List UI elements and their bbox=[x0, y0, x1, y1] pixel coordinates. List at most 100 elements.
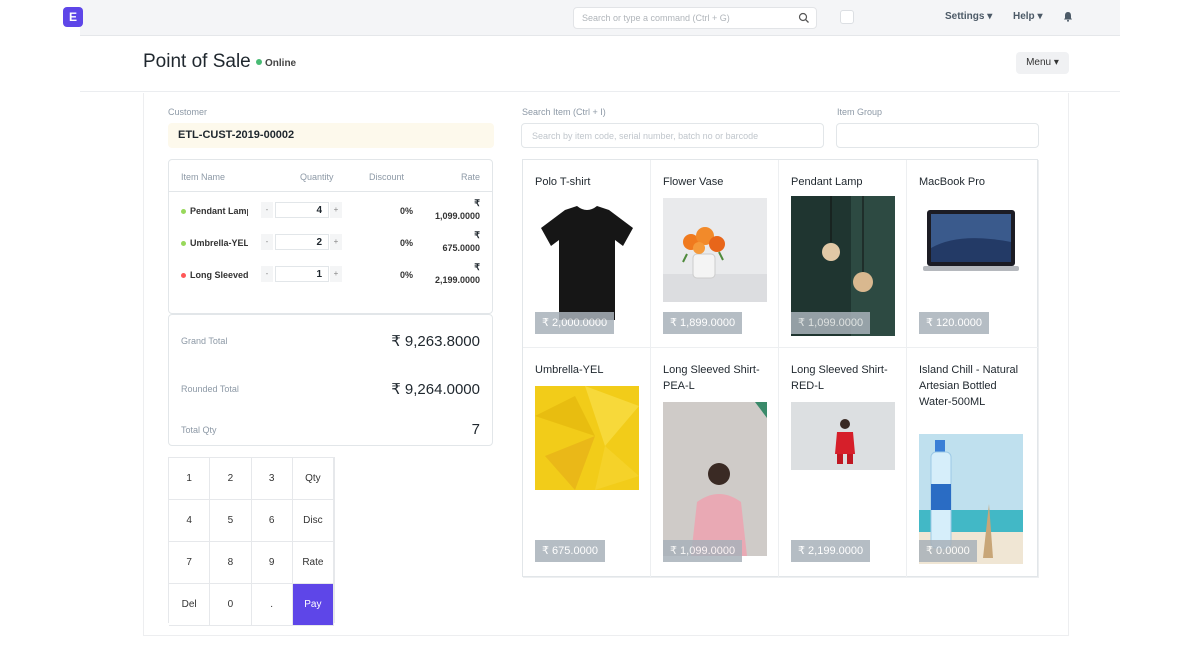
numpad-key-qty[interactable]: Qty bbox=[292, 458, 334, 500]
item-group-field[interactable] bbox=[836, 123, 1039, 148]
laptop-image bbox=[919, 202, 1023, 282]
product-card[interactable]: Flower Vase ₹ 1,899.0000 bbox=[651, 160, 779, 348]
numpad-key-dot[interactable]: . bbox=[251, 584, 293, 626]
product-name: Pendant Lamp bbox=[791, 176, 863, 188]
product-card[interactable]: Long Sleeved Shirt-RED-L ₹ 2,199.0000 bbox=[779, 348, 907, 578]
cart-item-discount: 0% bbox=[399, 238, 413, 248]
qty-input[interactable]: 1 bbox=[275, 266, 329, 282]
settings-dropdown[interactable]: Settings ▾ bbox=[945, 11, 992, 22]
total-qty-label: Total Qty bbox=[181, 425, 217, 435]
person-pink-shirt-image bbox=[663, 402, 767, 556]
qty-increment-button[interactable]: + bbox=[330, 234, 342, 250]
product-card[interactable]: Island Chill - Natural Artesian Bottled … bbox=[907, 348, 1039, 578]
product-name: Long Sleeved Shirt-PEA-L bbox=[663, 364, 760, 392]
rounded-total-value: ₹ 9,264.0000 bbox=[391, 381, 480, 398]
numpad-key-7[interactable]: 7 bbox=[169, 542, 211, 584]
rounded-total-label: Rounded Total bbox=[181, 384, 239, 394]
product-name: Long Sleeved Shirt-RED-L bbox=[791, 364, 888, 392]
numpad: 1 2 3 Qty 4 5 6 Disc 7 8 9 Rate Del 0 . … bbox=[168, 457, 335, 626]
cart-item-discount: 0% bbox=[399, 206, 413, 216]
global-search-input[interactable]: Search or type a command (Ctrl + G) bbox=[573, 7, 817, 29]
page-title: Point of Sale bbox=[143, 51, 251, 72]
qty-increment-button[interactable]: + bbox=[330, 202, 342, 218]
qty-increment-button[interactable]: + bbox=[330, 266, 342, 282]
stock-dot bbox=[181, 209, 186, 214]
search-item-label: Search Item (Ctrl + I) bbox=[522, 107, 606, 117]
cart-row[interactable]: Pendant Lamp - 4 + 0% ₹ 1,099.0000 bbox=[169, 196, 492, 226]
numpad-key-rate[interactable]: Rate bbox=[292, 542, 334, 584]
col-item-name: Item Name bbox=[181, 172, 226, 182]
col-quantity: Quantity bbox=[300, 172, 334, 182]
qty-decrement-button[interactable]: - bbox=[261, 202, 273, 218]
cart-item-rate: 2,199.0000 bbox=[434, 275, 480, 285]
product-price: ₹ 2,199.0000 bbox=[791, 540, 871, 562]
currency-symbol: ₹ bbox=[474, 230, 480, 240]
product-name: Island Chill - Natural Artesian Bottled … bbox=[919, 364, 1019, 408]
search-icon[interactable] bbox=[798, 12, 810, 24]
product-card[interactable]: MacBook Pro ₹ 120.0000 bbox=[907, 160, 1039, 348]
numpad-key-9[interactable]: 9 bbox=[251, 542, 293, 584]
total-qty-value: 7 bbox=[471, 421, 480, 438]
product-card[interactable]: Polo T-shirt ₹ 2,000.0000 bbox=[523, 160, 651, 348]
item-group-label: Item Group bbox=[837, 107, 883, 117]
numpad-key-3[interactable]: 3 bbox=[251, 458, 293, 500]
cart-row[interactable]: Long Sleeved Shirt - 1 + 0% ₹ 2,199.0000 bbox=[169, 260, 492, 290]
notifications-toggle[interactable] bbox=[840, 10, 854, 24]
product-card[interactable]: Umbrella-YEL ₹ 675.0000 bbox=[523, 348, 651, 578]
numpad-key-6[interactable]: 6 bbox=[251, 500, 293, 542]
cart-item-name: Long Sleeved Shirt bbox=[190, 270, 248, 280]
product-card[interactable]: Pendant Lamp ₹ 1,099.0000 bbox=[779, 160, 907, 348]
numpad-key-5[interactable]: 5 bbox=[210, 500, 252, 542]
global-search-placeholder: Search or type a command (Ctrl + G) bbox=[582, 13, 730, 23]
numpad-key-1[interactable]: 1 bbox=[169, 458, 211, 500]
person-red-shirt-image bbox=[791, 402, 895, 470]
qty-decrement-button[interactable]: - bbox=[261, 234, 273, 250]
item-search-input[interactable]: Search by item code, serial number, batc… bbox=[521, 123, 824, 148]
numpad-key-0[interactable]: 0 bbox=[210, 584, 252, 626]
umbrella-image bbox=[535, 386, 639, 490]
numpad-key-disc[interactable]: Disc bbox=[292, 500, 334, 542]
product-price: ₹ 2,000.0000 bbox=[535, 312, 615, 334]
numpad-key-4[interactable]: 4 bbox=[169, 500, 211, 542]
menu-button[interactable]: Menu ▾ bbox=[1016, 52, 1069, 74]
tshirt-image bbox=[535, 202, 639, 320]
status-text: Online bbox=[265, 58, 297, 69]
numpad-key-del[interactable]: Del bbox=[169, 584, 211, 626]
currency-symbol: ₹ bbox=[474, 198, 480, 208]
qty-decrement-button[interactable]: - bbox=[261, 266, 273, 282]
customer-label: Customer bbox=[168, 107, 208, 117]
customer-field[interactable]: ETL-CUST-2019-00002 bbox=[168, 123, 494, 148]
pay-button[interactable]: Pay bbox=[292, 584, 334, 626]
app-logo[interactable]: E bbox=[63, 7, 83, 27]
grand-total-value: ₹ 9,263.8000 bbox=[391, 333, 480, 350]
product-price: ₹ 0.0000 bbox=[919, 540, 977, 562]
numpad-key-2[interactable]: 2 bbox=[210, 458, 252, 500]
numpad-key-8[interactable]: 8 bbox=[210, 542, 252, 584]
product-grid: Polo T-shirt ₹ 2,000.0000 Flower Vase ₹ … bbox=[522, 159, 1039, 578]
cart-item-rate: 1,099.0000 bbox=[434, 211, 480, 221]
stock-dot bbox=[181, 273, 186, 278]
product-price: ₹ 1,099.0000 bbox=[791, 312, 871, 334]
product-name: MacBook Pro bbox=[919, 176, 986, 188]
cart-item-name: Pendant Lamp bbox=[190, 206, 248, 216]
product-name: Polo T-shirt bbox=[535, 176, 591, 188]
stock-dot bbox=[181, 241, 186, 246]
product-price: ₹ 120.0000 bbox=[919, 312, 989, 334]
help-dropdown[interactable]: Help ▾ bbox=[1013, 11, 1042, 22]
currency-symbol: ₹ bbox=[474, 262, 480, 272]
product-name: Flower Vase bbox=[663, 176, 724, 188]
product-price: ₹ 1,099.0000 bbox=[663, 540, 743, 562]
cart-row[interactable]: Umbrella-YEL - 2 + 0% ₹ 675.0000 bbox=[169, 228, 492, 258]
product-card[interactable]: Long Sleeved Shirt-PEA-L ₹ 1,099.0000 bbox=[651, 348, 779, 578]
totals-panel: Grand Total ₹ 9,263.8000 Rounded Total ₹… bbox=[168, 314, 493, 446]
qty-input[interactable]: 2 bbox=[275, 234, 329, 250]
cart-item-rate: 675.0000 bbox=[442, 243, 480, 253]
col-discount: Discount bbox=[369, 172, 405, 182]
cart-item-name: Umbrella-YEL bbox=[190, 238, 248, 248]
product-price: ₹ 675.0000 bbox=[535, 540, 605, 562]
flower-vase-image bbox=[663, 198, 767, 302]
cart-table: Item Name Quantity Discount Rate Pendant… bbox=[168, 159, 493, 314]
qty-input[interactable]: 4 bbox=[275, 202, 329, 218]
header-divider bbox=[80, 91, 1120, 92]
bell-icon[interactable] bbox=[1063, 11, 1073, 22]
